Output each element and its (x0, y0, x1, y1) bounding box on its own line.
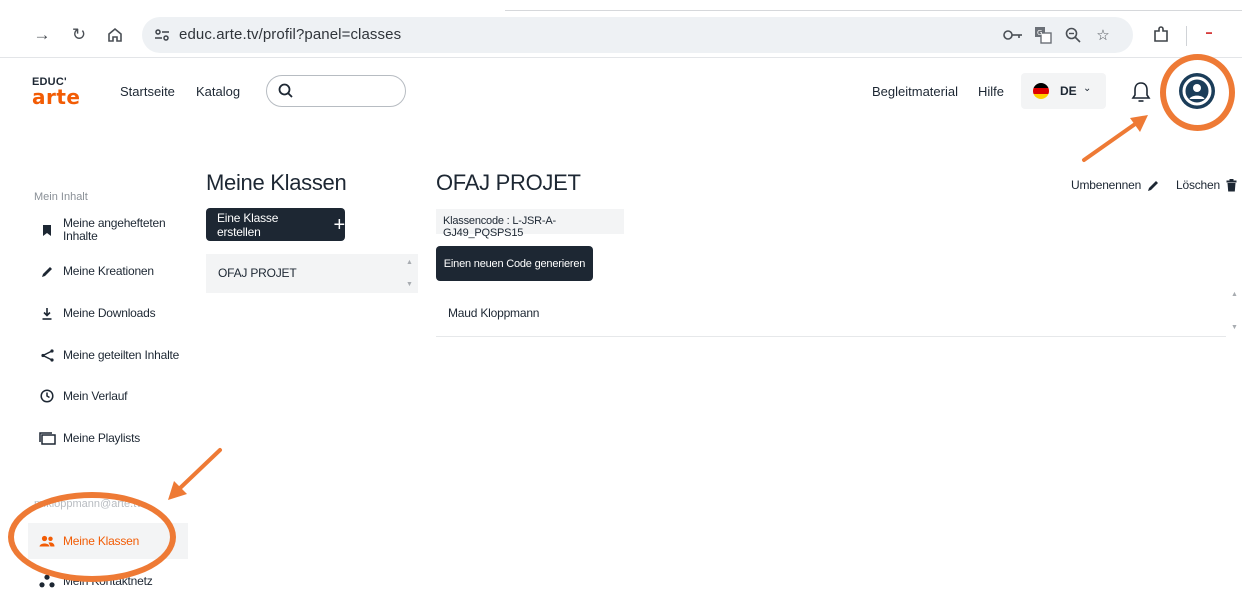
class-list-scrollbar[interactable]: ▲ ▼ (404, 254, 416, 293)
class-detail-title: OFAJ PROJET (436, 170, 581, 195)
search-input[interactable] (299, 82, 399, 102)
password-key-icon[interactable] (1002, 24, 1024, 46)
pencil-icon (1148, 180, 1159, 191)
annotation-circle-classes (8, 492, 176, 582)
search-icon (278, 83, 293, 98)
address-bar[interactable]: educ.arte.tv/profil?panel=classes G ☆ (142, 17, 1133, 53)
clock-icon (38, 387, 56, 405)
nav-hilfe[interactable]: Hilfe (978, 84, 1004, 99)
create-class-button[interactable]: Eine Klasse erstellen + (206, 208, 345, 241)
nav-katalog[interactable]: Katalog (196, 84, 240, 99)
sidebar-item-label: Meine Playlists (63, 430, 141, 445)
classes-title: Meine Klassen (206, 170, 347, 195)
sidebar-item-label: Meine angehefteten Inhalte (63, 216, 166, 243)
home-icon[interactable] (102, 22, 128, 48)
delete-button[interactable]: Löschen (1176, 178, 1237, 192)
nav-startseite[interactable]: Startseite (120, 84, 175, 99)
rename-button[interactable]: Umbenennen (1071, 178, 1160, 192)
address-bar-url: educ.arte.tv/profil?panel=classes (179, 26, 402, 43)
generate-code-button[interactable]: Einen neuen Code generieren (436, 246, 593, 281)
chevron-down-icon: ⌄ (1083, 83, 1092, 94)
sidebar-item-label: Meine Kreationen (63, 263, 154, 278)
annotation-arrow-classes (168, 448, 222, 500)
browser-profile-icon[interactable]: ▬ (1206, 30, 1222, 40)
sidebar-item-label: Meine Downloads (63, 305, 156, 320)
member-list-scrollbar[interactable]: ▲ ▼ (1228, 288, 1242, 336)
pencil-icon (38, 262, 56, 280)
bookmark-star-icon[interactable]: ☆ (1092, 24, 1114, 46)
reload-icon[interactable]: ↻ (66, 22, 92, 48)
annotation-circle-avatar (1160, 54, 1235, 131)
language-selector[interactable]: DE ⌄ (1021, 73, 1106, 109)
scroll-up-icon[interactable]: ▲ (1231, 291, 1238, 298)
share-icon (38, 346, 56, 364)
site-settings-icon[interactable] (152, 25, 172, 45)
german-flag-icon (1033, 83, 1049, 99)
sidebar-group-label: Mein Inhalt (34, 191, 88, 203)
logo-arte: arte (32, 85, 81, 109)
bell-icon[interactable] (1130, 80, 1152, 104)
sidebar-item-creations[interactable]: Meine Kreationen (28, 253, 188, 289)
sidebar-item-pinned[interactable]: Meine angehefteten Inhalte (28, 212, 188, 248)
sidebar-item-label: Meine geteilten Inhalte (63, 347, 180, 362)
language-code: DE (1060, 84, 1077, 98)
generate-code-label: Einen neuen Code generieren (443, 257, 586, 270)
class-code-box: Klassencode : L-JSR-A-GJ49_PQSPS15 (436, 209, 624, 239)
translate-icon[interactable]: G (1032, 24, 1054, 46)
bookmark-icon (38, 221, 56, 239)
delete-label: Löschen (1176, 178, 1220, 192)
scroll-up-icon[interactable]: ▲ (406, 259, 413, 266)
scroll-down-icon[interactable]: ▼ (406, 281, 413, 288)
svg-text:G: G (1037, 29, 1042, 37)
scroll-down-icon[interactable]: ▼ (1231, 324, 1238, 331)
browser-tab-strip (0, 0, 1242, 12)
sidebar-item-history[interactable]: Mein Verlauf (28, 378, 188, 414)
sidebar-item-label: Mein Verlauf (63, 388, 128, 403)
extensions-icon[interactable] (1148, 22, 1174, 48)
trash-icon (1226, 178, 1237, 191)
create-class-label: Eine Klasse erstellen (217, 210, 279, 239)
annotation-arrow-avatar (1082, 115, 1148, 162)
browser-toolbar: → ↻ educ.arte.tv/profil?panel=classes G … (0, 12, 1242, 58)
class-list-item[interactable]: OFAJ PROJET (218, 266, 297, 280)
nav-begleitmaterial[interactable]: Begleitmaterial (872, 84, 958, 99)
member-name: Maud Kloppmann (448, 306, 540, 320)
sidebar-item-downloads[interactable]: Meine Downloads (28, 295, 188, 331)
rename-label: Umbenennen (1071, 178, 1142, 192)
zoom-icon[interactable] (1062, 24, 1084, 46)
sidebar-item-shared[interactable]: Meine geteilten Inhalte (28, 337, 188, 373)
class-list: OFAJ PROJET ▲ ▼ (206, 254, 418, 293)
playlist-icon (38, 429, 56, 447)
member-row[interactable]: Maud Kloppmann (436, 290, 1226, 337)
forward-icon[interactable]: → (29, 22, 55, 48)
search-field[interactable] (266, 75, 406, 107)
plus-icon: + (333, 213, 346, 236)
educ-arte-logo[interactable]: EDUC' arte (32, 77, 92, 109)
download-icon (38, 304, 56, 322)
